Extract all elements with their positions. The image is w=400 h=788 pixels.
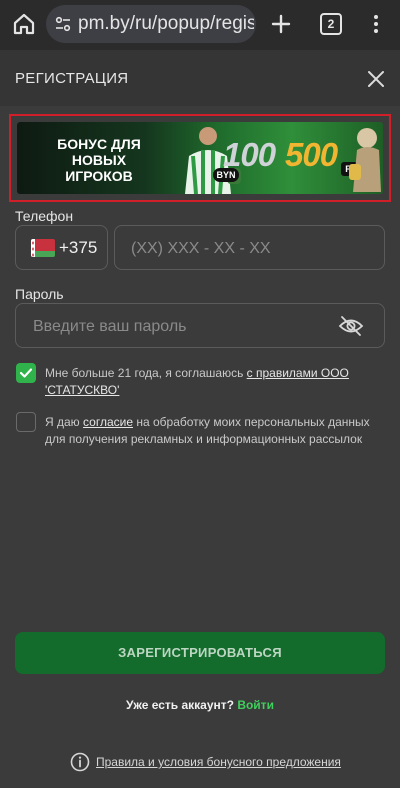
have-account-text: Уже есть аккаунт?: [126, 698, 234, 712]
bonus-amount-fs: 500: [285, 136, 338, 173]
address-bar[interactable]: pm.by/ru/popup/registra: [46, 5, 256, 43]
age-agreement-label: Мне больше 21 года, я соглашаюсь: [45, 366, 247, 380]
consent-checkbox[interactable]: [16, 412, 36, 432]
statue-image: [347, 124, 383, 192]
consent-text: Я даю согласие на обработку моих персона…: [45, 414, 385, 448]
age-agreement-text: Мне больше 21 года, я соглашаюсь с прави…: [45, 365, 385, 399]
modal-title: РЕГИСТРАЦИЯ: [15, 70, 129, 87]
bonus-terms-link[interactable]: Правила и условия бонусного предложения: [96, 755, 341, 769]
phone-input[interactable]: [129, 234, 373, 264]
info-icon: [70, 752, 90, 772]
registration-modal: РЕГИСТРАЦИЯ БОНУС ДЛЯ НОВЫХ ИГРОКОВ 100 …: [0, 50, 400, 788]
age-checkbox[interactable]: [16, 363, 36, 383]
tabs-icon[interactable]: 2: [320, 13, 342, 35]
phone-field[interactable]: [114, 225, 385, 270]
url-text[interactable]: pm.by/ru/popup/registra: [78, 13, 254, 35]
eye-off-icon[interactable]: [338, 315, 364, 337]
bonus-banner-highlight: БОНУС ДЛЯ НОВЫХ ИГРОКОВ 100 BYN 500 FS: [9, 114, 391, 202]
password-label: Пароль: [15, 286, 64, 302]
byn-badge: BYN: [213, 168, 239, 182]
home-icon[interactable]: [10, 10, 38, 38]
belarus-flag-icon: [31, 239, 55, 257]
close-icon[interactable]: [364, 67, 388, 91]
bonus-banner[interactable]: БОНУС ДЛЯ НОВЫХ ИГРОКОВ 100 BYN 500 FS: [17, 122, 383, 194]
have-account-row: Уже есть аккаунт? Войти: [0, 698, 400, 712]
password-input[interactable]: [31, 312, 335, 342]
plus-icon[interactable]: [267, 10, 295, 38]
password-field[interactable]: [15, 303, 385, 348]
register-button[interactable]: ЗАРЕГИСТРИРОВАТЬСЯ: [15, 632, 385, 674]
modal-header: РЕГИСТРАЦИЯ: [0, 50, 400, 106]
country-code: +375: [59, 238, 98, 257]
phone-label: Телефон: [15, 208, 74, 224]
site-settings-icon[interactable]: [54, 15, 72, 33]
banner-title: БОНУС ДЛЯ НОВЫХ ИГРОКОВ: [57, 136, 141, 184]
consent-link[interactable]: согласие: [83, 415, 133, 429]
browser-toolbar: pm.by/ru/popup/registra 2: [0, 0, 400, 50]
login-link[interactable]: Войти: [237, 698, 274, 712]
consent-prefix: Я даю: [45, 415, 84, 429]
more-vert-icon[interactable]: [364, 12, 388, 36]
country-code-select[interactable]: +375: [15, 225, 108, 270]
